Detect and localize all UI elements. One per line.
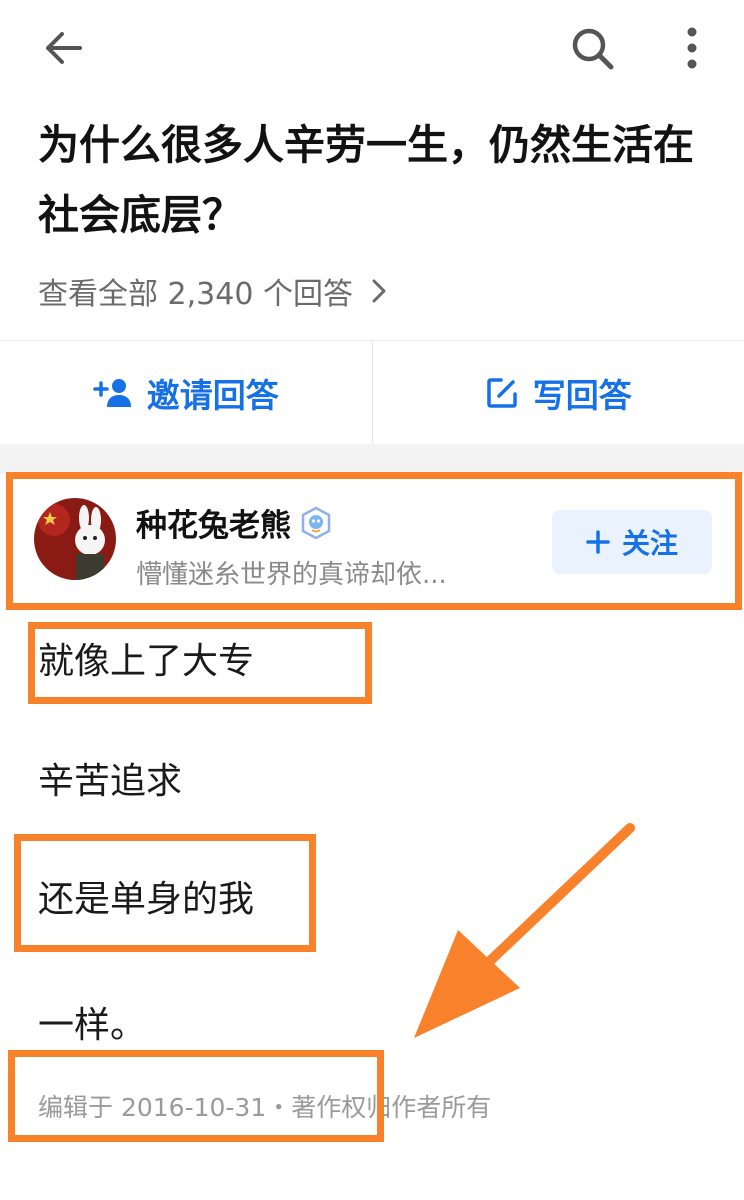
arrow-left-icon — [46, 32, 82, 64]
view-all-label: 查看全部 2,340 个回答 — [38, 277, 353, 312]
annotation-arrow-icon — [414, 823, 635, 1038]
more-vertical-icon — [687, 27, 697, 69]
highlight-box-meta — [8, 1050, 384, 1142]
back-button[interactable] — [32, 20, 96, 76]
add-user-icon — [93, 377, 133, 409]
invite-answer-label: 邀请回答 — [146, 376, 279, 415]
edit-icon — [485, 376, 519, 410]
answer-line: 一样。 — [38, 1005, 147, 1046]
view-all-answers-link[interactable]: 查看全部 2,340 个回答 — [38, 266, 387, 316]
invite-answer-button[interactable]: 邀请回答 — [0, 341, 372, 445]
highlight-box-line3 — [14, 834, 316, 952]
search-icon — [572, 28, 614, 70]
more-button[interactable] — [664, 20, 720, 76]
question-title: 为什么很多人辛劳一生，仍然生活在社会底层？ — [38, 121, 694, 239]
highlight-box-author — [6, 472, 742, 610]
write-answer-label: 写回答 — [532, 376, 632, 415]
chevron-right-icon — [371, 278, 387, 304]
answer-line: 辛苦追求 — [38, 761, 183, 802]
search-button[interactable] — [560, 20, 624, 76]
highlight-box-line1 — [28, 622, 372, 704]
top-bar — [0, 0, 744, 96]
section-divider — [0, 444, 744, 474]
action-bar: 邀请回答 写回答 — [0, 340, 744, 445]
write-answer-button[interactable]: 写回答 — [373, 341, 744, 445]
